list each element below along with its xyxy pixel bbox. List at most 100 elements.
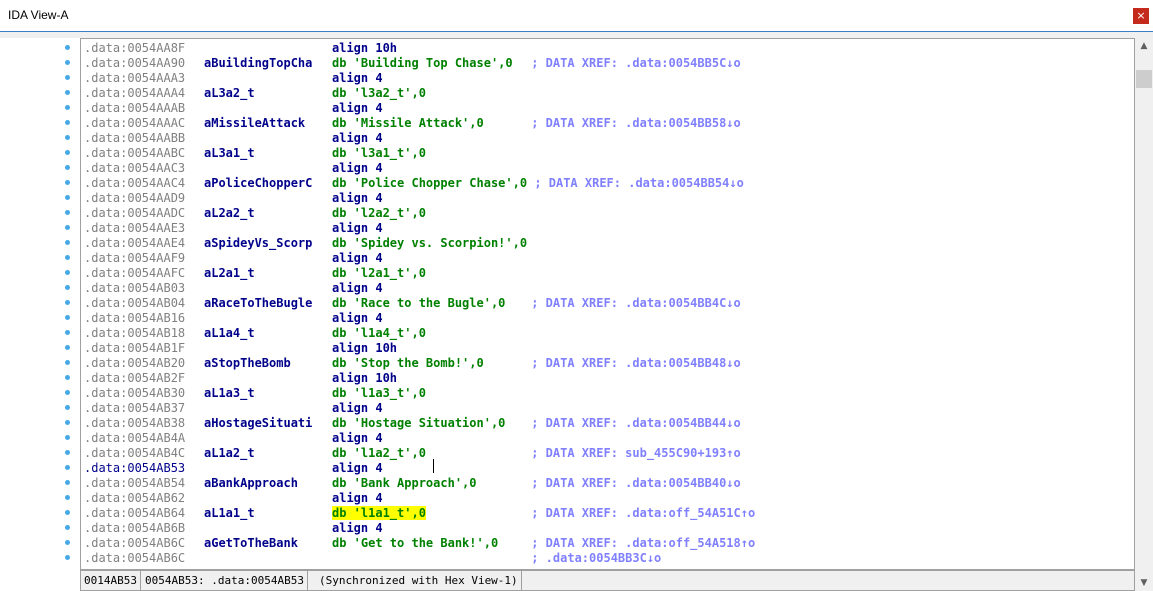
gutter-dot-icon[interactable] [65, 135, 70, 140]
line-address[interactable]: .data:0054AAA3 [84, 71, 185, 85]
gutter-dot-icon[interactable] [65, 315, 70, 320]
line-label[interactable]: aL1a2_t [204, 446, 255, 461]
line-instruction[interactable]: align 10h [332, 371, 397, 386]
line-label[interactable]: aL1a3_t [204, 386, 255, 401]
gutter-dot-icon[interactable] [65, 60, 70, 65]
gutter-dot-icon[interactable] [65, 165, 70, 170]
line-address[interactable]: .data:0054AB1F [84, 341, 185, 355]
line-label[interactable]: aSpideyVs_Scorp [204, 236, 312, 251]
line-address[interactable]: .data:0054AB53 [84, 461, 185, 475]
gutter-dot-icon[interactable] [65, 195, 70, 200]
line-address[interactable]: .data:0054AAC4 [84, 176, 185, 190]
line-address[interactable]: .data:0054AB30 [84, 386, 185, 400]
listing-line[interactable]: .data:0054AAD9 align 4 [84, 191, 383, 206]
line-instruction[interactable]: align 4 [332, 101, 383, 116]
line-instruction[interactable]: align 4 [332, 161, 383, 176]
gutter-dot-icon[interactable] [65, 495, 70, 500]
line-label[interactable]: aStopTheBomb [204, 356, 291, 371]
line-instruction[interactable]: db 'l1a1_t',0 ; DATA XREF: .data:off_54A… [332, 506, 755, 521]
gutter-dot-icon[interactable] [65, 75, 70, 80]
listing-line[interactable]: .data:0054AABC aL3a1_t db 'l3a1_t',0 [84, 146, 426, 161]
listing-line[interactable]: .data:0054AAAB align 4 [84, 101, 383, 116]
line-address[interactable]: .data:0054AAF9 [84, 251, 185, 265]
xref-comment[interactable]: ; DATA XREF: .data:0054BB58↓o [531, 116, 741, 130]
xref-comment[interactable]: ; DATA XREF: .data:0054BB40↓o [531, 476, 741, 490]
line-instruction[interactable]: db 'Get to the Bank!',0 ; DATA XREF: .da… [332, 536, 755, 551]
line-instruction[interactable]: db 'Hostage Situation',0 ; DATA XREF: .d… [332, 416, 741, 431]
line-instruction[interactable]: align 4 [332, 251, 383, 266]
line-instruction[interactable]: db 'Bank Approach',0 ; DATA XREF: .data:… [332, 476, 741, 491]
line-instruction[interactable]: db 'l1a4_t',0 [332, 326, 426, 341]
line-instruction[interactable]: align 4 [332, 431, 383, 446]
line-address[interactable]: .data:0054AAFC [84, 266, 185, 280]
line-address[interactable]: .data:0054AB62 [84, 491, 185, 505]
disassembly-listing[interactable]: .data:0054AA8F align 10h .data:0054AA90 aBu… [80, 38, 1135, 570]
line-instruction[interactable]: ; .data:0054BB3C↓o [332, 551, 661, 566]
listing-line[interactable]: .data:0054AAC4 aPoliceChopperC db 'Police … [84, 176, 744, 191]
line-address[interactable]: .data:0054AB4C [84, 446, 185, 460]
listing-line[interactable]: .data:0054AB54 aBankApproach db 'Bank Appr… [84, 476, 741, 491]
scroll-thumb[interactable] [1136, 70, 1152, 88]
line-label[interactable]: aHostageSituati [204, 416, 312, 431]
gutter[interactable] [0, 38, 80, 591]
listing-line[interactable]: .data:0054AAF9 align 4 [84, 251, 383, 266]
line-address[interactable]: .data:0054AAE4 [84, 236, 185, 250]
listing-line[interactable]: .data:0054AAA4 aL3a2_t db 'l3a2_t',0 [84, 86, 426, 101]
xref-comment[interactable]: ; DATA XREF: .data:0054BB44↓o [531, 416, 741, 430]
listing-line[interactable]: .data:0054AA90 aBuildingTopCha db 'Buildin… [84, 56, 741, 71]
xref-comment[interactable]: ; DATA XREF: .data:0054BB4C↓o [531, 296, 741, 310]
line-instruction[interactable]: db 'l3a1_t',0 [332, 146, 426, 161]
line-instruction[interactable]: db 'Police Chopper Chase',0 ; DATA XREF:… [332, 176, 744, 191]
line-instruction[interactable]: align 4 [332, 311, 383, 326]
line-address[interactable]: .data:0054AB64 [84, 506, 185, 520]
line-label[interactable]: aL3a2_t [204, 86, 255, 101]
listing-line[interactable]: .data:0054AB6C ; .data:0054BB3C↓o [84, 551, 661, 566]
line-address[interactable]: .data:0054AB03 [84, 281, 185, 295]
line-address[interactable]: .data:0054AB16 [84, 311, 185, 325]
gutter-dot-icon[interactable] [65, 390, 70, 395]
line-instruction[interactable]: align 4 [332, 401, 383, 416]
listing-line[interactable]: .data:0054AAA3 align 4 [84, 71, 383, 86]
gutter-dot-icon[interactable] [65, 525, 70, 530]
vertical-scrollbar[interactable]: ▲ ▼ [1135, 38, 1153, 591]
line-address[interactable]: .data:0054AB6C [84, 536, 185, 550]
line-label[interactable]: aGetToTheBank [204, 536, 298, 551]
xref-comment[interactable]: ; DATA XREF: .data:0054BB54↓o [534, 176, 744, 190]
gutter-dot-icon[interactable] [65, 510, 70, 515]
gutter-dot-icon[interactable] [65, 150, 70, 155]
line-address[interactable]: .data:0054AAAB [84, 101, 185, 115]
xref-comment[interactable]: ; .data:0054BB3C↓o [531, 551, 661, 565]
line-instruction[interactable]: align 4 [332, 221, 383, 236]
line-address[interactable]: .data:0054AAAC [84, 116, 185, 130]
line-address[interactable]: .data:0054AB38 [84, 416, 185, 430]
line-instruction[interactable]: db 'Missile Attack',0 ; DATA XREF: .data… [332, 116, 741, 131]
line-instruction[interactable]: align 4 [332, 521, 383, 536]
line-address[interactable]: .data:0054AAE3 [84, 221, 185, 235]
line-instruction[interactable]: db 'Building Top Chase',0 ; DATA XREF: .… [332, 56, 741, 71]
listing-line[interactable]: .data:0054AAFC aL2a1_t db 'l2a1_t',0 [84, 266, 426, 281]
line-address[interactable]: .data:0054AABB [84, 131, 185, 145]
gutter-dot-icon[interactable] [65, 270, 70, 275]
line-label[interactable]: aL1a1_t [204, 506, 255, 521]
gutter-dot-icon[interactable] [65, 480, 70, 485]
gutter-dot-icon[interactable] [65, 360, 70, 365]
xref-comment[interactable]: ; DATA XREF: .data:0054BB5C↓o [531, 56, 741, 70]
gutter-dot-icon[interactable] [65, 420, 70, 425]
close-button[interactable]: × [1133, 8, 1149, 24]
line-address[interactable]: .data:0054AAC3 [84, 161, 185, 175]
line-instruction[interactable]: db 'l1a3_t',0 [332, 386, 426, 401]
line-address[interactable]: .data:0054AB6B [84, 521, 185, 535]
listing-line[interactable]: .data:0054AB6C aGetToTheBank db 'Get to th… [84, 536, 755, 551]
line-instruction[interactable]: db 'Race to the Bugle',0 ; DATA XREF: .d… [332, 296, 741, 311]
xref-comment[interactable]: ; DATA XREF: sub_455C90+193↑o [531, 446, 741, 460]
gutter-dot-icon[interactable] [65, 345, 70, 350]
listing-line[interactable]: .data:0054AB16 align 4 [84, 311, 383, 326]
listing-line[interactable]: .data:0054AB03 align 4 [84, 281, 383, 296]
gutter-dot-icon[interactable] [65, 405, 70, 410]
line-label[interactable]: aL3a1_t [204, 146, 255, 161]
line-address[interactable]: .data:0054AAA4 [84, 86, 185, 100]
line-instruction[interactable]: db 'Spidey vs. Scorpion!',0 [332, 236, 527, 251]
scroll-down-arrow-icon[interactable]: ▼ [1135, 575, 1153, 591]
gutter-dot-icon[interactable] [65, 255, 70, 260]
line-instruction[interactable]: align 4 [332, 491, 383, 506]
